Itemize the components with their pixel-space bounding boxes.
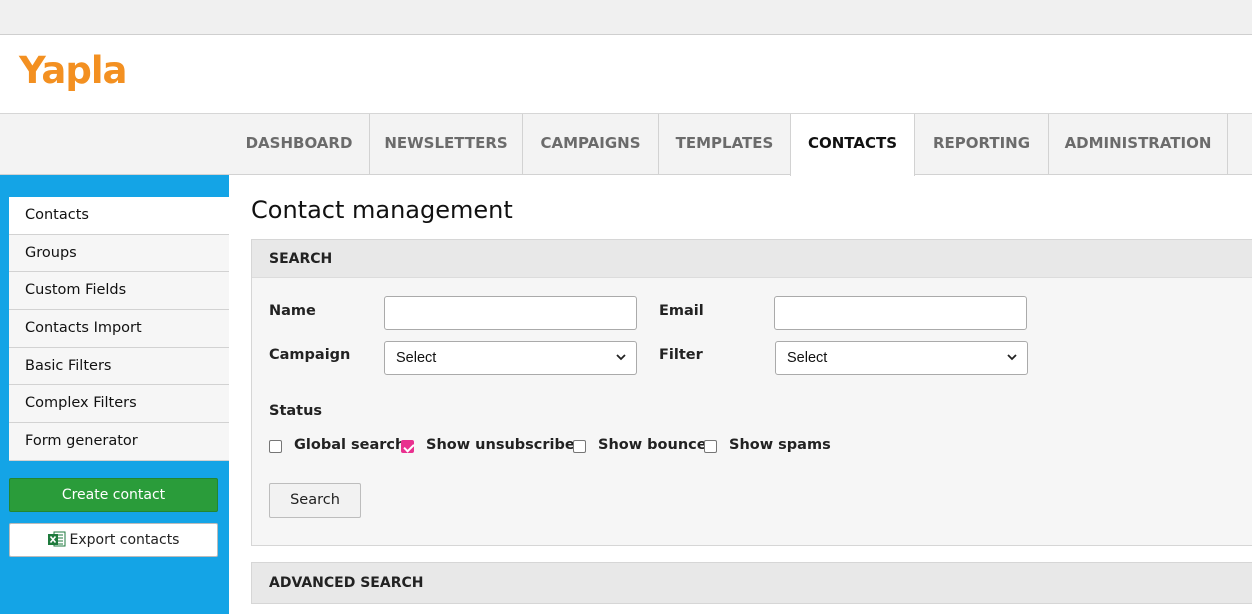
filter-select-value: Select: [787, 350, 828, 366]
sidebar-item-complex-filters[interactable]: Complex Filters: [9, 385, 229, 424]
name-label: Name: [269, 303, 316, 319]
campaign-select[interactable]: Select: [384, 341, 637, 375]
create-contact-button[interactable]: Create contact: [9, 478, 218, 512]
chevron-down-icon: [1007, 354, 1017, 361]
email-label: Email: [659, 303, 704, 319]
advanced-search-header[interactable]: ADVANCED SEARCH: [251, 562, 1252, 604]
sidebar-menu: Contacts Groups Custom Fields Contacts I…: [9, 197, 229, 461]
filter-select[interactable]: Select: [775, 341, 1028, 375]
campaign-select-value: Select: [396, 350, 437, 366]
tab-dashboard[interactable]: DASHBOARD: [229, 114, 370, 175]
excel-icon: [47, 531, 66, 547]
browser-top-strip: [0, 0, 1252, 35]
search-panel-header[interactable]: SEARCH: [252, 240, 1252, 278]
tab-campaigns[interactable]: CAMPAIGNS: [523, 114, 659, 175]
tab-reporting[interactable]: REPORTING: [915, 114, 1049, 175]
tab-newsletters[interactable]: NEWSLETTERS: [370, 114, 523, 175]
global-search-label[interactable]: Global search: [294, 437, 405, 453]
email-input[interactable]: [774, 296, 1027, 330]
page-title: Contact management: [251, 196, 513, 224]
show-unsubscriber-label[interactable]: Show unsubscriber: [426, 437, 582, 453]
sidebar-item-basic-filters[interactable]: Basic Filters: [9, 347, 229, 386]
status-label: Status: [269, 403, 323, 419]
sidebar-item-custom-fields[interactable]: Custom Fields: [9, 272, 229, 311]
sidebar-item-contacts[interactable]: Contacts: [9, 197, 229, 235]
show-unsubscriber-checkbox[interactable]: [401, 440, 414, 453]
tab-templates[interactable]: TEMPLATES: [659, 114, 791, 175]
sidebar-item-groups[interactable]: Groups: [9, 234, 229, 273]
chevron-down-icon: [616, 354, 626, 361]
sidebar-item-form-generator[interactable]: Form generator: [9, 423, 229, 461]
export-contacts-label: Export contacts: [69, 532, 180, 548]
sidebar: Contacts Groups Custom Fields Contacts I…: [0, 175, 229, 614]
show-spams-label[interactable]: Show spams: [729, 437, 831, 453]
yapla-logo[interactable]: Yapla: [19, 49, 127, 92]
tab-administration[interactable]: ADMINISTRATION: [1049, 114, 1228, 175]
campaign-label: Campaign: [269, 347, 351, 363]
name-input[interactable]: [384, 296, 637, 330]
show-bounce-label[interactable]: Show bounce: [598, 437, 707, 453]
main-nav: DASHBOARD NEWSLETTERS CAMPAIGNS TEMPLATE…: [0, 114, 1252, 176]
search-panel: SEARCH: [251, 239, 1252, 546]
show-bounce-checkbox[interactable]: [573, 440, 586, 453]
brand-bar: Yapla: [0, 35, 1252, 114]
filter-label: Filter: [659, 347, 703, 363]
global-search-checkbox[interactable]: [269, 440, 282, 453]
show-spams-checkbox[interactable]: [704, 440, 717, 453]
export-contacts-button[interactable]: Export contacts: [9, 523, 218, 557]
sidebar-item-contacts-import[interactable]: Contacts Import: [9, 310, 229, 348]
tab-contacts[interactable]: CONTACTS: [790, 114, 915, 176]
search-button[interactable]: Search: [269, 483, 361, 518]
